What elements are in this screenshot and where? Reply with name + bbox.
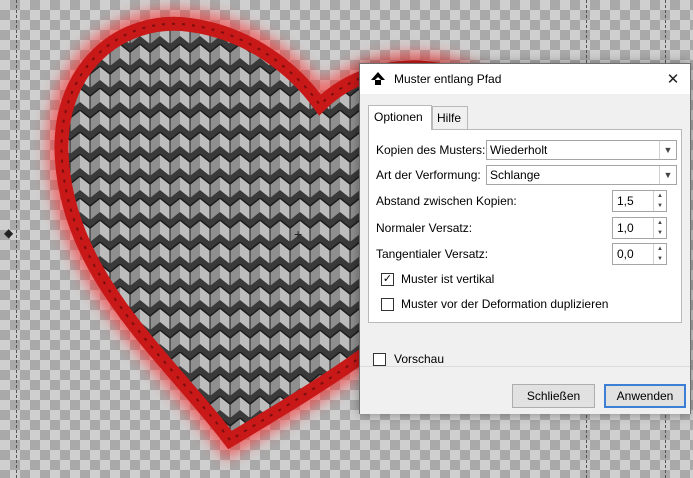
dialog-footer: Schließen Anwenden: [360, 366, 690, 414]
dialog-titlebar[interactable]: Muster entlang Pfad ✕: [360, 64, 690, 94]
normal-offset-label: Normaler Versatz:: [376, 221, 473, 235]
duplicate-checkbox[interactable]: [381, 298, 394, 311]
copies-label: Kopien des Musters:: [376, 143, 486, 157]
close-icon[interactable]: ✕: [662, 68, 684, 90]
arrow-down-icon[interactable]: ▼: [657, 230, 663, 236]
inkscape-icon: [371, 72, 385, 85]
normal-offset-spinbox[interactable]: 1,0 ▲ ▼: [612, 217, 667, 239]
deformation-value: Schlange: [490, 168, 541, 182]
options-panel: Kopien des Musters: Wiederholt ▼ Art der…: [368, 129, 682, 323]
chevron-down-icon[interactable]: ▼: [659, 166, 676, 184]
pattern-along-path-dialog: Muster entlang Pfad ✕ Optionen Hilfe Kop…: [359, 63, 691, 414]
duplicate-label: Muster vor der Deformation duplizieren: [401, 297, 609, 311]
spacing-spinbox[interactable]: 1,5 ▲ ▼: [612, 190, 667, 212]
apply-button[interactable]: Anwenden: [604, 384, 686, 408]
preview-checkbox[interactable]: [373, 353, 386, 366]
tab-hilfe[interactable]: Hilfe: [432, 106, 468, 129]
deformation-label: Art der Verformung:: [376, 168, 481, 182]
arrow-down-icon[interactable]: ▼: [657, 203, 663, 209]
arrow-up-icon[interactable]: ▲: [657, 220, 663, 226]
copies-select[interactable]: Wiederholt ▼: [486, 140, 677, 160]
arrow-down-icon[interactable]: ▼: [657, 256, 663, 262]
tab-optionen[interactable]: Optionen: [368, 105, 432, 130]
guide-line-left: [16, 0, 17, 478]
deformation-select[interactable]: Schlange ▼: [486, 165, 677, 185]
copies-value: Wiederholt: [490, 143, 548, 157]
spacing-value: 1,5: [617, 194, 634, 208]
close-button[interactable]: Schließen: [512, 384, 595, 408]
tangential-offset-label: Tangentialer Versatz:: [376, 247, 489, 261]
tangential-offset-spinbox[interactable]: 0,0 ▲ ▼: [612, 243, 667, 265]
spacing-label: Abstand zwischen Kopien:: [376, 194, 517, 208]
vertical-checkbox[interactable]: ✓: [381, 273, 394, 286]
vertical-label: Muster ist vertikal: [401, 272, 495, 286]
tangential-offset-value: 0,0: [617, 247, 634, 261]
chevron-down-icon[interactable]: ▼: [659, 141, 676, 159]
node-handle-icon[interactable]: ◆: [4, 226, 13, 240]
arrow-up-icon[interactable]: ▲: [657, 193, 663, 199]
arrow-up-icon[interactable]: ▲: [657, 246, 663, 252]
crosshair-cursor-icon: +: [294, 226, 303, 242]
checkmark-icon: ✓: [382, 273, 393, 285]
normal-offset-value: 1,0: [617, 221, 634, 235]
dialog-title: Muster entlang Pfad: [394, 72, 502, 86]
